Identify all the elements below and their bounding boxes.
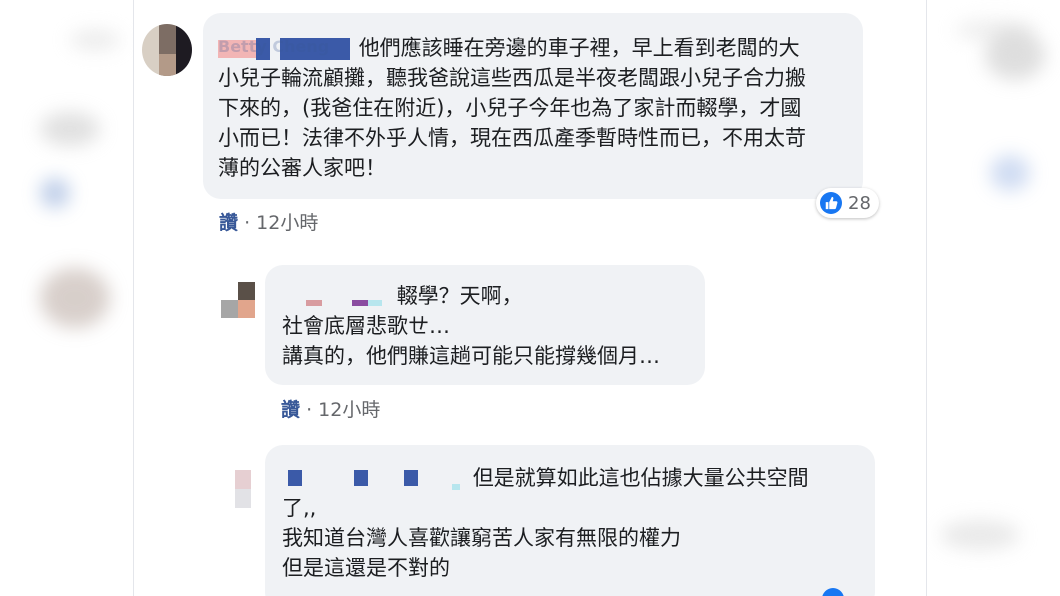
avatar[interactable]	[221, 282, 255, 318]
comment-text: 輟學？天啊，	[396, 284, 523, 308]
comment-bubble: Betty Cheng 他們應該睡在旁邊的車子裡，早上看到老闆的大 小兒子輪流顧…	[203, 13, 863, 199]
comment-panel: Betty Cheng 他們應該睡在旁邊的車子裡，早上看到老闆的大 小兒子輪流顧…	[133, 0, 927, 596]
author-name-redacted[interactable]	[282, 286, 390, 308]
like-link[interactable]: 讚	[281, 399, 300, 421]
comment-text: 社會底層悲歌ㄝ…	[282, 314, 450, 338]
comment-text: 他們應該睡在旁邊的車子裡，早上看到老闆的大	[358, 36, 800, 60]
comment-text: 薄的公審人家吧！	[218, 156, 386, 180]
comment-bubble: 但是就算如此這也佔據大量公共空間 了,, 我知道台灣人喜歡讓窮苦人家有無限的權力…	[265, 445, 875, 596]
author-name-redacted[interactable]	[282, 468, 466, 490]
avatar[interactable]	[142, 24, 192, 76]
comment-text: 小兒子輪流顧攤，聽我爸說這些西瓜是半夜老闆跟小兒子合力搬	[218, 66, 806, 90]
timestamp[interactable]: 12小時	[256, 212, 318, 234]
comment-text: 但是這還是不對的	[282, 556, 450, 580]
comment-text: 小而已！法律不外乎人情，現在西瓜產季暫時性而已，不用太苛	[218, 126, 806, 150]
comment-text: 但是就算如此這也佔據大量公共空間	[472, 466, 809, 490]
avatar[interactable]	[235, 470, 251, 508]
comment-text: 講真的，他們賺這趟可能只能撐幾個月…	[282, 344, 660, 368]
like-link[interactable]: 讚	[219, 212, 238, 234]
thumbs-up-icon	[820, 192, 842, 214]
comment-meta: 讚 · 12小時	[281, 399, 381, 421]
comment-text: 了,,	[282, 496, 317, 520]
author-name-redacted[interactable]: Betty Cheng	[218, 37, 352, 60]
comment-text: 我知道台灣人喜歡讓窮苦人家有無限的權力	[282, 526, 681, 550]
comment-meta: 讚 · 12小時	[219, 212, 319, 234]
comment-text: 下來的，(我爸住在附近)，小兒子今年也為了家計而輟學，才國	[218, 96, 802, 120]
comment-bubble: 輟學？天啊， 社會底層悲歌ㄝ… 講真的，他們賺這趟可能只能撐幾個月…	[265, 265, 705, 385]
reaction-count[interactable]: 28	[816, 188, 879, 218]
timestamp[interactable]: 12小時	[318, 399, 380, 421]
